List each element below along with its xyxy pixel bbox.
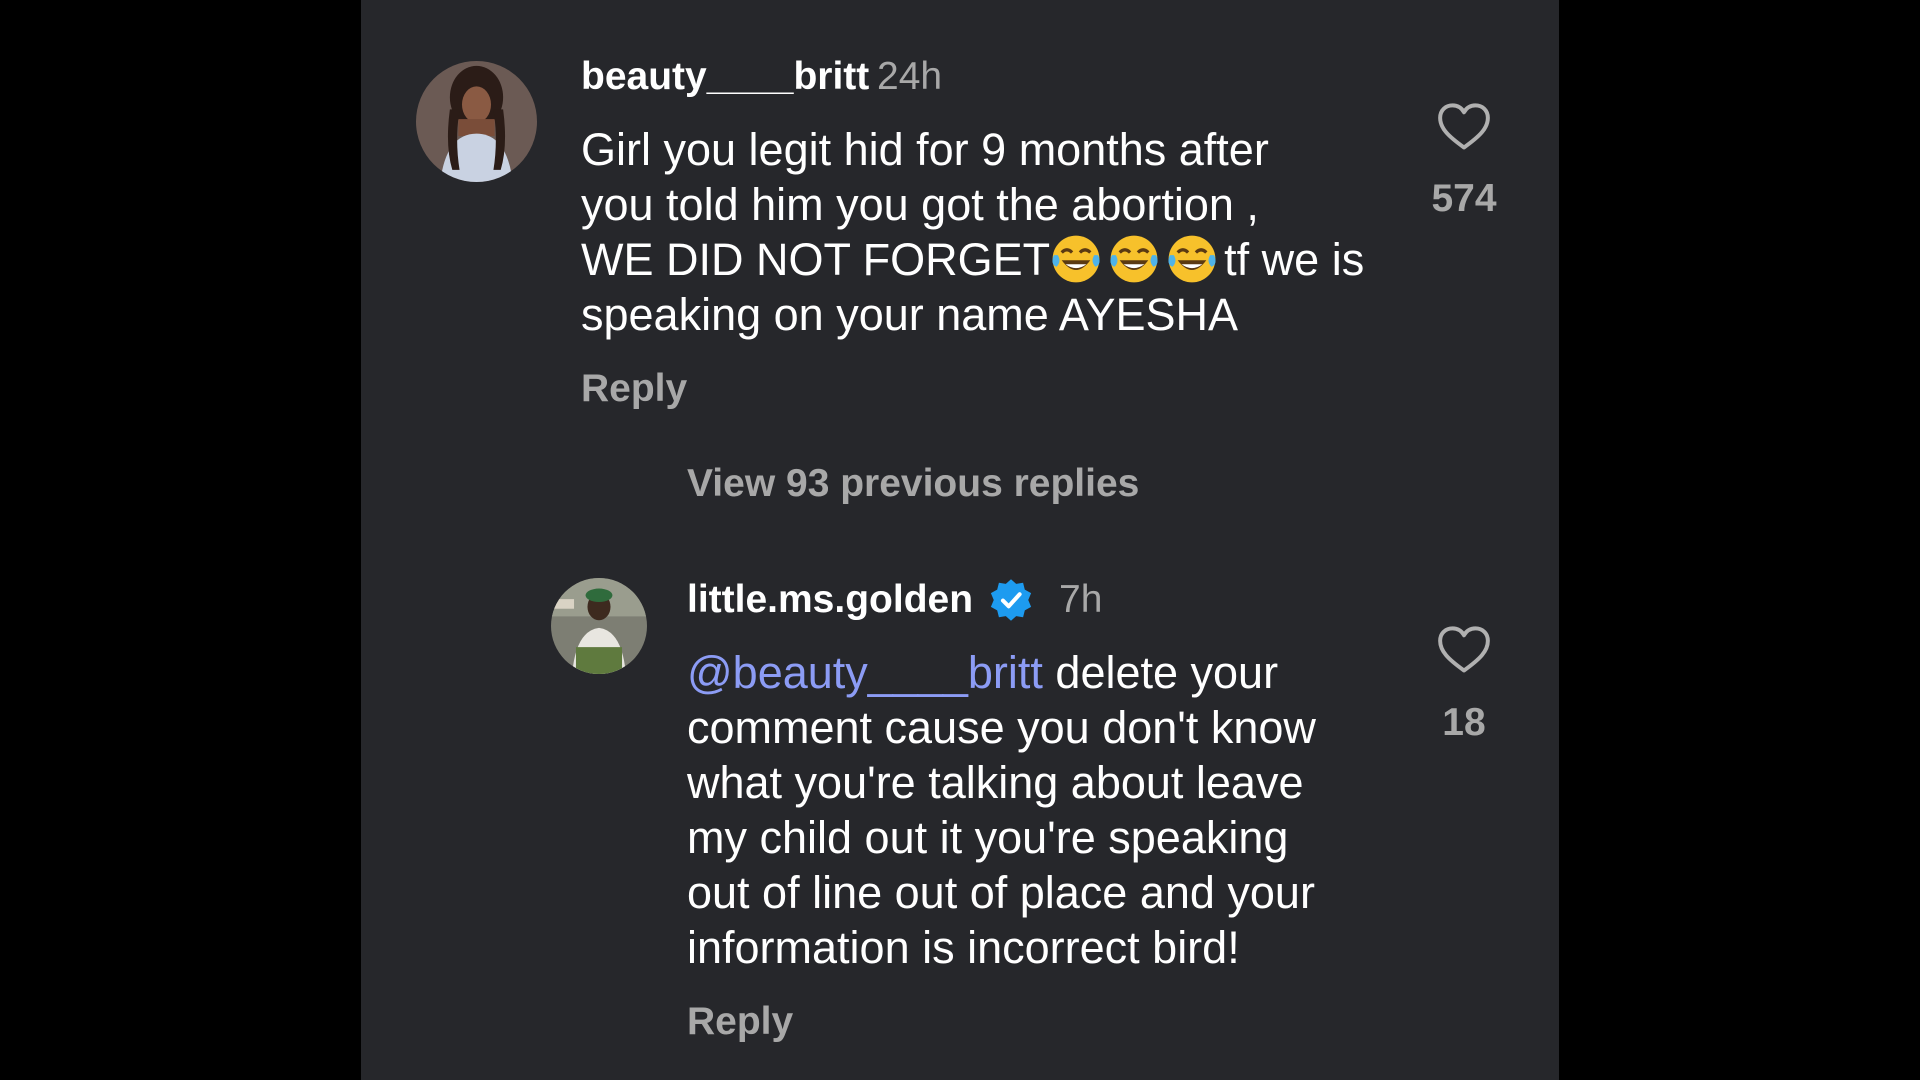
- mention-link[interactable]: @beauty____britt: [687, 647, 1043, 698]
- reply-text: @beauty____britt delete your comment cau…: [687, 645, 1316, 975]
- verified-badge-icon: [988, 577, 1034, 623]
- reply-text-line: @beauty____britt delete your: [687, 645, 1316, 700]
- reply-text-segment: delete your: [1042, 647, 1279, 698]
- heart-outline-icon[interactable]: [1436, 102, 1492, 152]
- comment-text-segment: WE DID NOT FORGET: [581, 234, 1051, 285]
- like-count: 18: [1442, 701, 1486, 744]
- reply-text-line: what you're talking about leave: [687, 757, 1304, 808]
- reply-timestamp: 7h: [1059, 578, 1103, 621]
- reply-text-line: out of line out of place and your: [687, 867, 1315, 918]
- comment-username[interactable]: beauty____britt: [581, 57, 869, 96]
- laughing-emoji-icon: [1050, 233, 1102, 285]
- reply-button[interactable]: Reply: [581, 369, 687, 408]
- comment-text-segment: tf we is: [1224, 234, 1365, 285]
- avatar[interactable]: [416, 61, 537, 182]
- reply-username[interactable]: little.ms.golden: [687, 580, 973, 619]
- reply-text-line: information is incorrect bird!: [687, 922, 1240, 973]
- comments-panel: beauty____britt 24h Girl you legit hid f…: [361, 0, 1559, 1080]
- comment-text-line: you told him you got the abortion ,: [581, 179, 1259, 230]
- avatar[interactable]: [551, 578, 647, 674]
- comment-timestamp: 24h: [877, 55, 943, 98]
- laughing-emoji-icon: [1108, 233, 1160, 285]
- laughing-emoji-icon: [1166, 233, 1218, 285]
- reply-button[interactable]: Reply: [687, 1002, 793, 1041]
- like-count: 574: [1431, 177, 1497, 220]
- comment-text: Girl you legit hid for 9 months after yo…: [581, 122, 1364, 342]
- comment-text-line: WE DID NOT FORGET tf we is: [581, 232, 1364, 287]
- reply-text-line: comment cause you don't know: [687, 702, 1316, 753]
- comment-text-line: Girl you legit hid for 9 months after: [581, 124, 1269, 175]
- comment-text-line: speaking on your name AYESHA: [581, 289, 1239, 340]
- reply-text-line: my child out it you're speaking: [687, 812, 1289, 863]
- view-previous-replies-button[interactable]: View 93 previous replies: [687, 464, 1139, 503]
- heart-outline-icon[interactable]: [1436, 625, 1492, 675]
